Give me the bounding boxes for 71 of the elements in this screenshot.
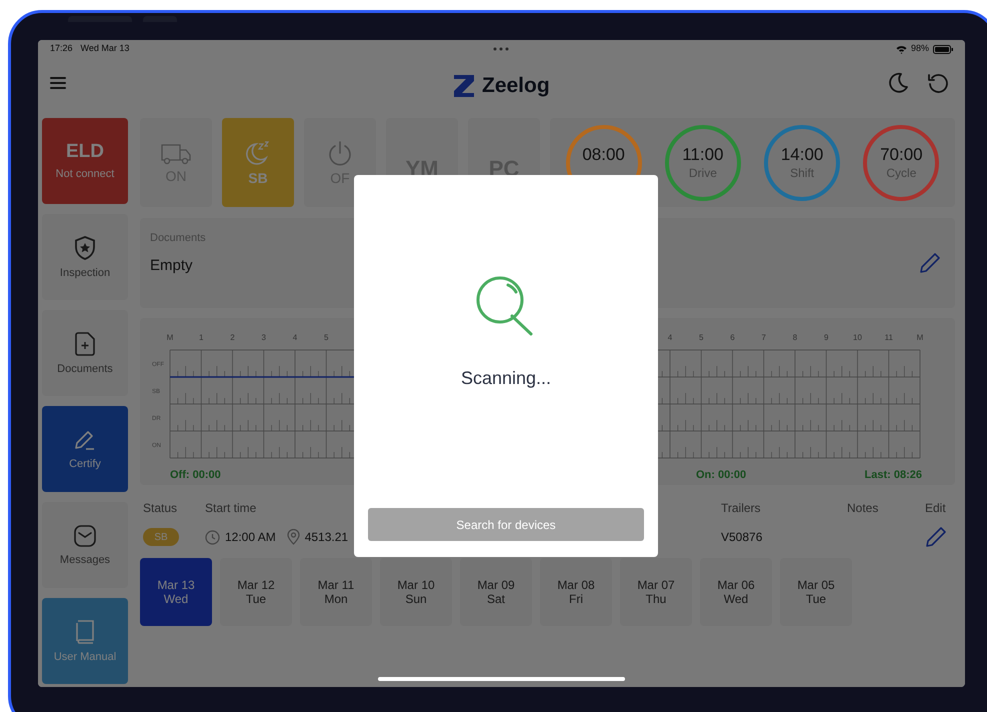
eld-status-button[interactable]: ELD Not connect: [42, 118, 128, 204]
sleeping-moon-icon: [244, 140, 272, 166]
date-tab[interactable]: Mar 11 Mon: [300, 558, 372, 626]
date-tab[interactable]: Mar 10 Sun: [380, 558, 452, 626]
duty-total: On: 00:00: [696, 469, 746, 481]
date-tab[interactable]: Mar 12 Tue: [220, 558, 292, 626]
hour-label: 4: [292, 333, 298, 342]
scanning-message: Scanning...: [460, 367, 552, 390]
timer-value: 70:00: [880, 146, 923, 163]
power-icon: [327, 140, 353, 166]
date-tab[interactable]: Mar 05 Tue: [780, 558, 852, 626]
moon-icon[interactable]: [887, 72, 909, 94]
refresh-icon[interactable]: [927, 72, 949, 94]
pencil-icon[interactable]: [925, 526, 947, 548]
trailer-value: V50876: [721, 529, 764, 546]
hour-label: 6: [730, 333, 735, 342]
date-tab[interactable]: Mar 09 Sat: [460, 558, 532, 626]
hour-label: 3: [262, 333, 266, 342]
logo-text: Zeelog: [482, 73, 550, 99]
pen-icon: [74, 428, 96, 450]
hour-label: 5: [699, 333, 704, 342]
hour-label: 5: [324, 333, 328, 342]
date-tab[interactable]: Mar 06 Wed: [700, 558, 772, 626]
envelope-icon: [74, 524, 96, 546]
timer-value: 11:00: [682, 146, 724, 163]
book-icon: [75, 620, 95, 644]
duty-total: Off: 00:00: [170, 469, 221, 481]
hour-label: 2: [230, 333, 235, 342]
wifi-icon: [896, 44, 907, 54]
date-tab[interactable]: Mar 08 Fri: [540, 558, 612, 626]
sidebar-item[interactable]: Messages: [42, 502, 128, 588]
status-badge: SB: [143, 528, 179, 546]
column-header: Notes: [847, 500, 880, 517]
hour-label: 4: [668, 333, 672, 342]
battery-icon: [933, 44, 953, 54]
sidebar-item[interactable]: Documents: [42, 310, 128, 396]
pencil-icon[interactable]: [919, 252, 941, 274]
hour-label: 10: [853, 333, 862, 342]
sidebar-item[interactable]: User Manual: [42, 598, 128, 684]
hour-label: 7: [762, 333, 766, 342]
sidebar-item[interactable]: Certify: [42, 406, 128, 492]
clock-icon: [205, 530, 220, 544]
logo-icon: [452, 72, 476, 99]
hour-label: M: [166, 333, 174, 342]
timer-value: 08:00: [582, 146, 625, 163]
document-plus-icon: [75, 332, 95, 356]
date-tab[interactable]: Mar 07 Thu: [620, 558, 692, 626]
hour-label: 1: [199, 333, 204, 342]
shield-star-icon: [74, 236, 96, 260]
location-value: 4513.21: [304, 529, 348, 546]
duty-total: Last: 08:26: [864, 469, 922, 481]
column-header: Status: [143, 500, 178, 517]
truck-icon: [161, 142, 191, 164]
hour-label: M: [916, 333, 924, 342]
sidebar-item[interactable]: Inspection: [42, 214, 128, 300]
hour-label: 8: [792, 333, 798, 342]
documents-value: Empty: [150, 256, 193, 276]
column-header: Trailers: [721, 500, 762, 517]
start-time: 12:00 AM: [225, 529, 276, 546]
multitasking-dots-icon: [493, 47, 509, 51]
column-header: Edit: [925, 500, 947, 517]
timer-value: 14:00: [780, 146, 824, 163]
hour-label: 9: [824, 333, 828, 342]
location-pin-icon: [286, 529, 300, 545]
hour-label: 11: [884, 333, 893, 342]
date-tab[interactable]: Mar 13 Wed: [140, 558, 212, 626]
battery-percent: 98%: [910, 42, 929, 56]
column-header: Start time: [205, 500, 258, 517]
clock-time: 17:26: [50, 42, 73, 56]
status-date: Wed Mar 13: [80, 42, 130, 56]
menu-icon[interactable]: [50, 77, 66, 89]
